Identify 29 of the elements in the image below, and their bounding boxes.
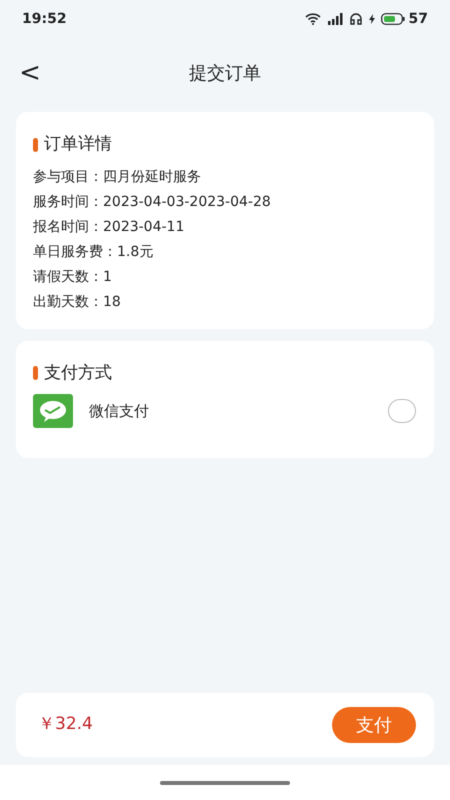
section-title: 支付方式 — [44, 362, 112, 384]
detail-value: 2023-04-11 — [103, 218, 184, 236]
detail-value: 1 — [103, 268, 112, 286]
charging-icon — [368, 14, 375, 24]
detail-value: 四月份延时服务 — [103, 168, 201, 186]
page-title: 提交订单 — [189, 62, 261, 86]
total-price: ￥32.4 — [38, 713, 93, 736]
status-time: 19:52 — [22, 10, 67, 28]
radio-button[interactable] — [388, 399, 416, 423]
detail-value: 18 — [103, 292, 121, 310]
signal-icon — [326, 13, 343, 25]
detail-value: 2023-04-03-2023-04-28 — [103, 192, 271, 210]
home-indicator[interactable] — [160, 780, 290, 784]
accent-bar — [33, 366, 38, 380]
detail-label: 请假天数： — [33, 268, 103, 286]
section-title: 订单详情 — [44, 133, 112, 156]
detail-label: 报名时间： — [33, 218, 103, 236]
payment-option-label: 微信支付 — [89, 400, 149, 422]
accent-bar — [33, 138, 38, 152]
detail-label: 参与项目： — [33, 168, 103, 186]
detail-value: 1.8元 — [117, 242, 154, 260]
detail-label: 出勤天数： — [33, 292, 103, 310]
battery-level: 57 — [408, 10, 428, 28]
back-button[interactable]: < — [18, 60, 42, 86]
detail-label: 单日服务费： — [33, 242, 117, 260]
chat-bubble-icon — [33, 394, 73, 428]
battery-icon — [380, 13, 405, 25]
detail-label: 服务时间： — [33, 192, 103, 210]
wifi-icon — [304, 13, 321, 25]
